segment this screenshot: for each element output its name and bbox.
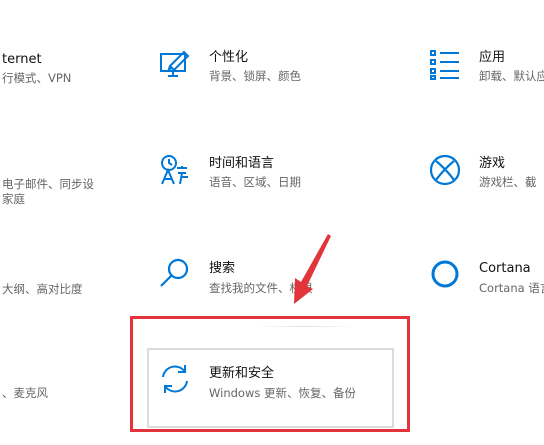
search-icon: [158, 257, 192, 291]
tile-cortana[interactable]: Cortana Cortana 语言: [428, 257, 544, 297]
accounts-desc-line2: 家庭: [2, 192, 25, 206]
personalization-icon: [158, 48, 192, 82]
cortana-title: Cortana: [479, 261, 531, 276]
tile-apps[interactable]: 应用 卸载、默认应: [428, 48, 544, 88]
cortana-icon: [428, 257, 462, 291]
personalization-desc: 背景、锁屏、颜色: [209, 69, 301, 83]
search-title: 搜索: [209, 261, 236, 276]
accounts-desc-line1: 电子邮件、同步设: [2, 177, 94, 191]
privacy-desc: 、麦克风: [2, 386, 48, 400]
tile-gaming[interactable]: 游戏 游戏栏、截: [428, 153, 544, 193]
network-internet-desc: 行模式、VPN: [2, 71, 72, 85]
gaming-desc: 游戏栏、截: [479, 175, 537, 189]
time-language-icon: [158, 153, 192, 187]
ease-of-access-desc: 大纲、高对比度: [2, 282, 83, 296]
search-desc: 查找我的文件、权限: [209, 281, 313, 295]
apps-list-icon: [428, 48, 462, 82]
time-language-title: 时间和语言: [209, 156, 275, 171]
gaming-title: 游戏: [479, 156, 506, 171]
xbox-icon: [428, 153, 462, 187]
network-internet-title[interactable]: ternet: [2, 52, 42, 68]
personalization-title: 个性化: [209, 50, 249, 65]
cortana-desc: Cortana 语言: [479, 281, 544, 295]
time-language-desc: 语音、区域、日期: [209, 175, 301, 189]
highlight-box: [130, 316, 410, 432]
apps-desc: 卸载、默认应: [479, 69, 544, 83]
tile-personalization[interactable]: 个性化 背景、锁屏、颜色: [158, 48, 358, 88]
tile-time-language[interactable]: 时间和语言 语音、区域、日期: [158, 153, 358, 193]
apps-title: 应用: [479, 50, 506, 65]
tile-search[interactable]: 搜索 查找我的文件、权限: [158, 257, 358, 297]
